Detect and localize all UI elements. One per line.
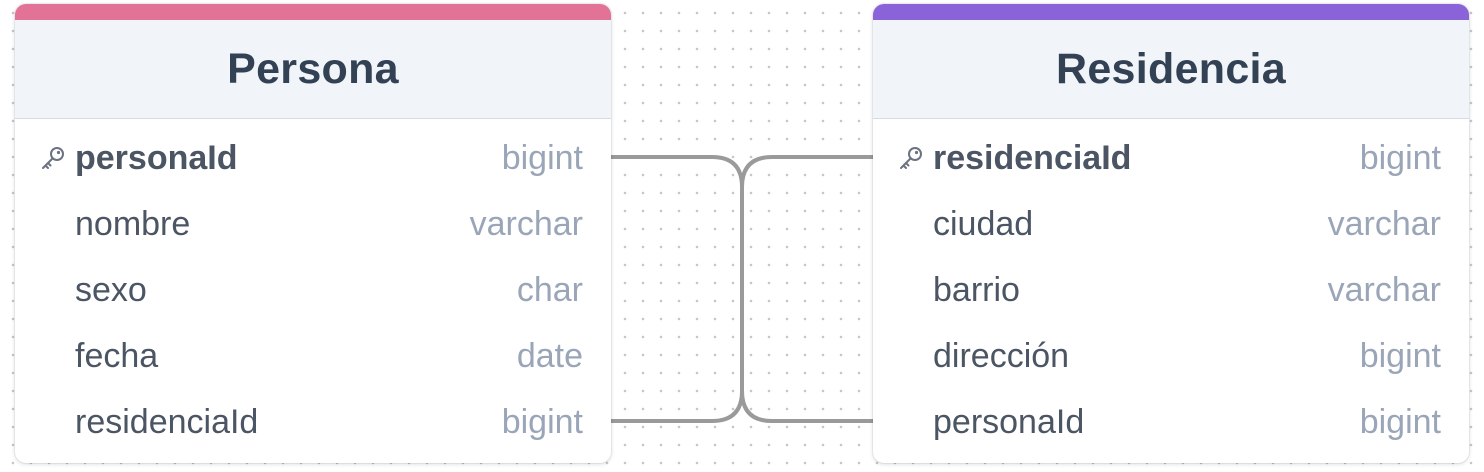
column-row[interactable]: ciudad varchar — [873, 191, 1469, 257]
column-row[interactable]: personaId bigint — [873, 389, 1469, 455]
column-list: personaId bigint nombre varchar sexo cha… — [15, 125, 611, 455]
table-header[interactable]: Persona — [15, 20, 611, 119]
table-title: Persona — [227, 44, 399, 93]
column-row[interactable]: barrio varchar — [873, 257, 1469, 323]
column-name: personaId — [75, 138, 238, 177]
column-row[interactable]: nombre varchar — [15, 191, 611, 257]
column-name: nombre — [75, 204, 191, 243]
column-row[interactable]: fecha date — [15, 323, 611, 389]
relation-line-residenciaid-to-residenciaid[interactable] — [609, 155, 875, 423]
column-row[interactable]: dirección bigint — [873, 323, 1469, 389]
column-type: varchar — [469, 204, 583, 243]
column-type: bigint — [501, 138, 583, 177]
column-type: date — [516, 336, 583, 375]
diagram-canvas[interactable]: Persona personaId bigint nombre varchar … — [0, 0, 1484, 472]
table-accent-bar — [15, 4, 611, 20]
column-name: residenciaId — [75, 402, 259, 441]
column-name: dirección — [933, 336, 1070, 375]
column-name: residenciaId — [933, 138, 1132, 177]
column-name: sexo — [75, 270, 147, 309]
column-list: residenciaId bigint ciudad varchar barri… — [873, 125, 1469, 455]
column-name: personaId — [933, 402, 1085, 441]
column-row[interactable]: residenciaId bigint — [873, 125, 1469, 191]
table-title: Residencia — [1055, 44, 1287, 93]
column-type: varchar — [1327, 270, 1441, 309]
key-icon — [42, 147, 64, 169]
column-row[interactable]: personaId bigint — [15, 125, 611, 191]
column-row[interactable]: sexo char — [15, 257, 611, 323]
table-accent-bar — [873, 4, 1469, 20]
column-row[interactable]: residenciaId bigint — [15, 389, 611, 455]
table-residencia[interactable]: Residencia residenciaId bigint ciudad va… — [873, 4, 1469, 463]
table-persona[interactable]: Persona personaId bigint nombre varchar … — [15, 4, 611, 463]
column-type: bigint — [1359, 138, 1441, 177]
column-type: varchar — [1327, 204, 1441, 243]
column-name: ciudad — [933, 204, 1034, 243]
column-type: bigint — [1359, 336, 1441, 375]
column-name: barrio — [933, 270, 1020, 309]
column-type: bigint — [501, 402, 583, 441]
table-header[interactable]: Residencia — [873, 20, 1469, 119]
column-name: fecha — [75, 336, 159, 375]
column-type: bigint — [1359, 402, 1441, 441]
column-type: char — [516, 270, 583, 309]
key-icon — [900, 147, 922, 169]
